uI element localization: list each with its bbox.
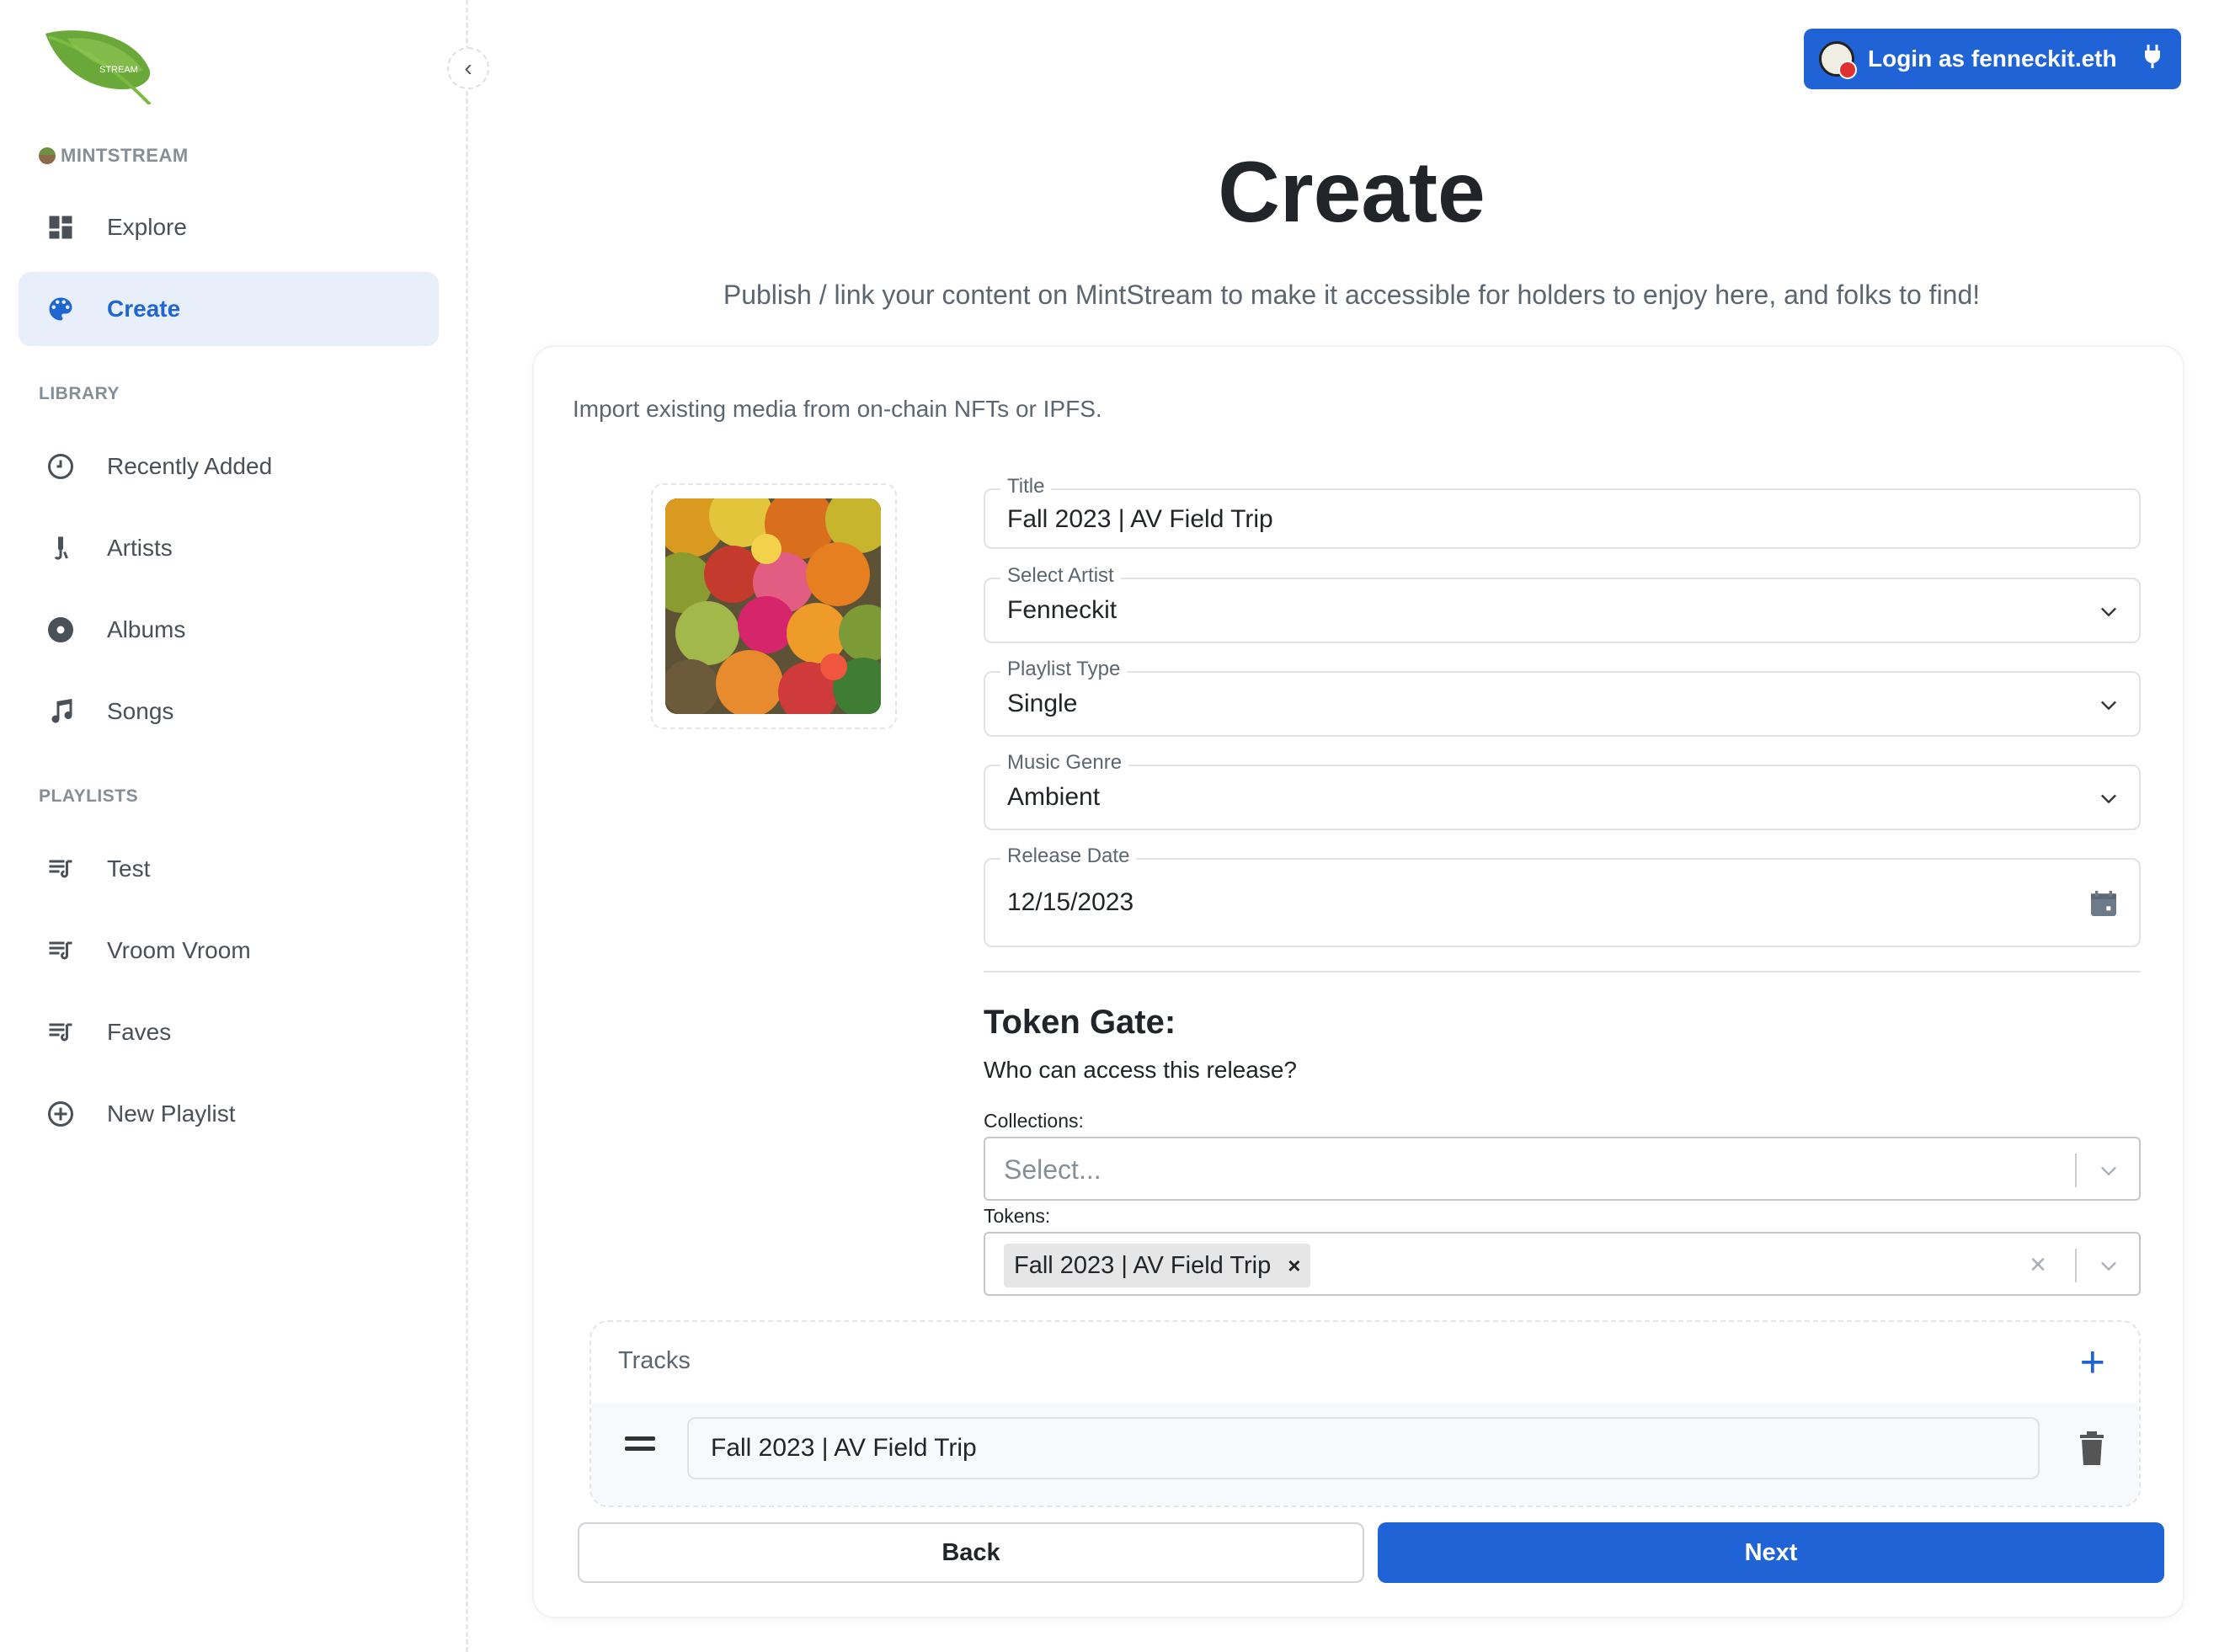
chevron-down-icon[interactable]: [2097, 1159, 2120, 1182]
brand-icon: [39, 147, 56, 164]
sidebar-playlist-vroom-vroom[interactable]: Vroom Vroom: [19, 914, 439, 988]
release-date-label: Release Date: [1000, 845, 1137, 868]
select-artist-value: Fenneckit: [1007, 596, 1118, 624]
nav-label: Faves: [107, 1019, 172, 1045]
token-gate-question: Who can access this release?: [984, 1057, 1297, 1083]
brand-name: MINTSTREAM: [61, 145, 189, 166]
nav-create[interactable]: Create: [19, 272, 439, 346]
chevron-down-icon: [2101, 607, 2116, 617]
cover-artwork-image[interactable]: [665, 498, 881, 714]
music-genre-field[interactable]: Music Genre Ambient: [984, 751, 2141, 830]
title-field[interactable]: Title Fall 2023 | AV Field Trip: [984, 475, 2141, 549]
nav-label: New Playlist: [107, 1100, 236, 1127]
chevron-down-icon[interactable]: [2097, 1254, 2120, 1277]
release-date-field[interactable]: Release Date 12/15/2023: [984, 845, 2141, 947]
tracks-heading: Tracks: [618, 1347, 691, 1374]
select-artist-field[interactable]: Select Artist Fenneckit: [984, 564, 2141, 643]
collections-placeholder: Select...: [1004, 1154, 1101, 1185]
nav-label: Vroom Vroom: [107, 937, 251, 963]
new-playlist-button[interactable]: New Playlist: [19, 1077, 439, 1151]
music-genre-label: Music Genre: [1000, 751, 1129, 775]
collapse-sidebar-button[interactable]: ‹: [447, 47, 489, 89]
nav-explore[interactable]: Explore: [19, 190, 439, 264]
disc-icon: [44, 613, 77, 647]
title-field-label: Title: [1000, 475, 1052, 498]
brand-label: MINTSTREAM: [39, 145, 189, 167]
sidebar-playlist-faves[interactable]: Faves: [19, 995, 439, 1069]
svg-text:STREAM: STREAM: [99, 65, 138, 75]
tokens-select[interactable]: Fall 2023 | AV Field Trip × ×: [984, 1232, 2141, 1296]
login-label: Login as fenneckit.eth: [1868, 45, 2117, 72]
remove-token-icon[interactable]: ×: [1288, 1253, 1300, 1279]
nav-label: Explore: [107, 214, 187, 240]
avatar: [1819, 41, 1857, 79]
tokens-label: Tokens:: [984, 1205, 1051, 1227]
plug-icon: [2142, 44, 2163, 75]
sidebar-item-albums[interactable]: Albums: [19, 593, 439, 667]
trash-icon[interactable]: [2078, 1431, 2105, 1465]
mintstream-logo[interactable]: STREAM: [42, 29, 164, 106]
clear-tokens-icon[interactable]: ×: [2030, 1249, 2046, 1282]
nav-label: Test: [107, 855, 151, 882]
token-chip-label: Fall 2023 | AV Field Trip: [1014, 1251, 1272, 1279]
playlist-type-value: Single: [1007, 690, 1078, 717]
track-name-input[interactable]: Fall 2023 | AV Field Trip: [687, 1417, 2040, 1479]
track-row: Fall 2023 | AV Field Trip: [591, 1403, 2139, 1505]
library-section-label: LIBRARY: [39, 384, 120, 403]
sidebar: STREAM ‹ MINTSTREAM Explore Create LIBRA…: [0, 0, 489, 1652]
sidebar-item-recently-added[interactable]: Recently Added: [19, 429, 439, 504]
palette-icon: [44, 292, 77, 326]
select-separator: [2075, 1249, 2077, 1282]
dashboard-icon: [44, 210, 77, 244]
nav-label: Albums: [107, 616, 186, 642]
nav-label: Artists: [107, 535, 173, 561]
collections-label: Collections:: [984, 1110, 1084, 1132]
clock-icon: [44, 450, 77, 483]
chevron-left-icon: ‹: [464, 55, 472, 81]
select-artist-label: Select Artist: [1000, 564, 1121, 588]
token-gate-heading: Token Gate:: [984, 1004, 1176, 1041]
login-button[interactable]: Login as fenneckit.eth: [1804, 29, 2181, 89]
playlist-icon: [44, 1015, 77, 1049]
nav-label: Create: [107, 296, 181, 322]
sidebar-item-artists[interactable]: Artists: [19, 511, 439, 585]
playlist-type-field[interactable]: Playlist Type Single: [984, 658, 2141, 737]
import-instructions: Import existing media from on-chain NFTs…: [573, 396, 1102, 422]
page-subtitle: Publish / link your content on MintStrea…: [723, 280, 1981, 310]
token-chip: Fall 2023 | AV Field Trip ×: [1004, 1244, 1311, 1287]
back-button[interactable]: Back: [578, 1522, 1364, 1583]
nav-label: Songs: [107, 698, 174, 724]
playlists-section-label: PLAYLISTS: [39, 786, 139, 806]
music-note-icon: [44, 695, 77, 728]
drag-handle-icon[interactable]: [625, 1436, 655, 1457]
playlist-type-label: Playlist Type: [1000, 658, 1128, 681]
page-title: Create: [1218, 144, 1486, 240]
music-genre-value: Ambient: [1007, 783, 1101, 811]
section-divider: [984, 971, 2141, 973]
sidebar-item-songs[interactable]: Songs: [19, 674, 439, 749]
sidebar-playlist-test[interactable]: Test: [19, 832, 439, 906]
calendar-icon[interactable]: [2087, 887, 2120, 920]
add-track-button[interactable]: +: [2080, 1340, 2105, 1384]
release-date-input[interactable]: 12/15/2023: [1007, 888, 1134, 917]
next-button[interactable]: Next: [1378, 1522, 2164, 1583]
playlist-icon: [44, 852, 77, 886]
tracks-panel: Tracks + Fall 2023 | AV Field Trip: [589, 1320, 2141, 1507]
plus-circle-icon: [44, 1097, 77, 1131]
collections-select[interactable]: Select...: [984, 1137, 2141, 1201]
chevron-down-icon: [2101, 701, 2116, 711]
nav-label: Recently Added: [107, 453, 273, 479]
microphone-icon: [44, 531, 77, 565]
chevron-down-icon: [2101, 794, 2116, 804]
select-separator: [2075, 1154, 2077, 1187]
playlist-icon: [44, 934, 77, 967]
title-input[interactable]: Fall 2023 | AV Field Trip: [1007, 505, 1273, 534]
